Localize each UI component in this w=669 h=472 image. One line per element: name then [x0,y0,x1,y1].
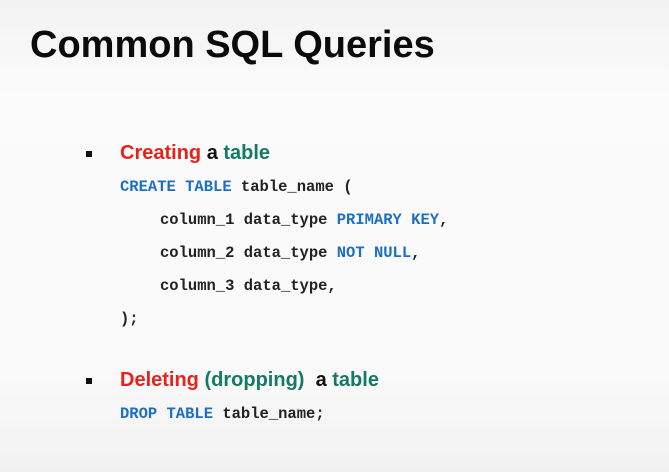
code-keyword: NOT NULL [336,244,412,262]
heading-word-dropping: dropping [211,369,298,391]
heading-word-a: a [206,142,218,164]
heading-paren-close: ) [297,369,305,391]
heading-word-table: table [223,142,271,164]
bullet-square-icon [86,151,92,157]
bullet-square-icon [86,378,92,384]
code-line-2: column_1 data_type PRIMARY KEY, [160,211,448,229]
bullet-heading-text: Creating a table [120,142,270,165]
code-keyword: DROP TABLE [120,405,214,423]
slide: Common SQL Queries Creating a table CREA… [0,0,669,472]
code-line-3: column_2 data_type NOT NULL, [160,244,420,262]
slide-title: Common SQL Queries [30,24,435,66]
code-text: column_2 data_type [160,244,337,262]
heading-word-a: a [315,369,327,391]
code-line-5: ); [120,310,139,328]
code-text: column_1 data_type [160,211,337,229]
heading-word-creating: Creating [120,142,202,164]
heading-word-deleting: Deleting [120,369,199,391]
code-text: , [439,211,449,229]
code-text: ); [120,310,139,328]
code-text: , [411,244,421,262]
code-text: table_name; [213,405,325,423]
code-text: column_3 data_type, [160,277,337,295]
code-keyword: CREATE TABLE [120,178,232,196]
bullet-heading-text: Deleting (dropping) a table [120,369,379,392]
code-keyword: PRIMARY KEY [336,211,440,229]
heading-word-table: table [332,369,379,391]
code-text: table_name ( [231,178,353,196]
code-line-4: column_3 data_type, [160,277,337,295]
code-line-drop: DROP TABLE table_name; [120,405,325,423]
code-line-1: CREATE TABLE table_name ( [120,178,353,196]
